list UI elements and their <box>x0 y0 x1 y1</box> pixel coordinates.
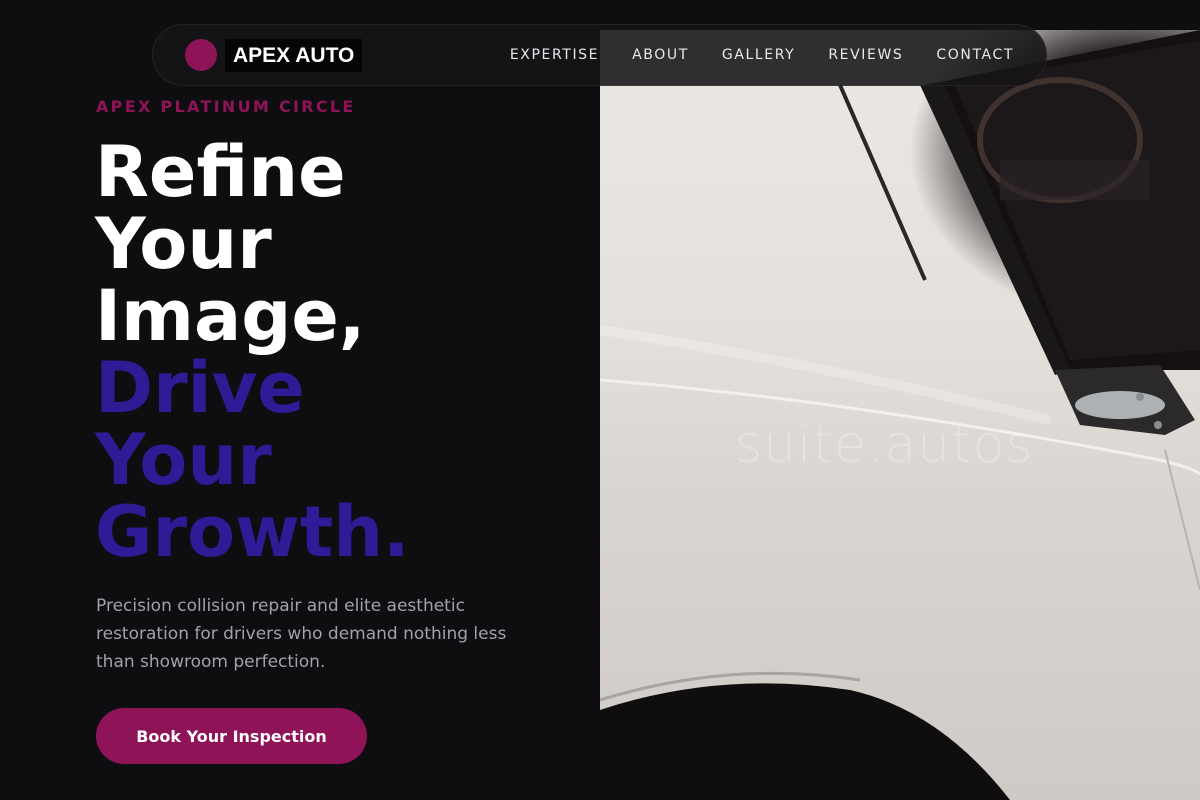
headline-accent-line: Your <box>95 419 272 501</box>
top-navbar: APEX AUTO EXPERTISE ABOUT GALLERY REVIEW… <box>152 24 1047 86</box>
hero-car-image: suite.autos <box>600 30 1200 800</box>
nav-link-gallery[interactable]: GALLERY <box>722 47 795 63</box>
nav-link-reviews[interactable]: REVIEWS <box>828 47 903 63</box>
hero-subtitle: Precision collision repair and elite aes… <box>96 596 507 672</box>
hero-headline: Refine Your Image, Drive Your Growth. <box>95 136 410 568</box>
brand-logo[interactable]: APEX AUTO <box>225 38 363 72</box>
headline-line: Refine <box>95 131 346 213</box>
nav-link-about[interactable]: ABOUT <box>632 47 689 63</box>
headline-line: Image, <box>95 275 366 357</box>
headline-accent-line: Growth. <box>95 491 410 573</box>
book-inspection-button[interactable]: Book Your Inspection <box>96 708 367 764</box>
hero-eyebrow: APEX PLATINUM CIRCLE <box>96 97 356 116</box>
headline-line: Your <box>95 203 272 285</box>
headline-accent-line: Drive <box>95 347 305 429</box>
nav-link-expertise[interactable]: EXPERTISE <box>510 47 599 63</box>
circle-logo-icon[interactable] <box>185 39 217 71</box>
nav-links: EXPERTISE ABOUT GALLERY REVIEWS CONTACT <box>510 47 1014 63</box>
nav-link-contact[interactable]: CONTACT <box>936 47 1014 63</box>
image-watermark: suite.autos <box>735 415 1034 475</box>
